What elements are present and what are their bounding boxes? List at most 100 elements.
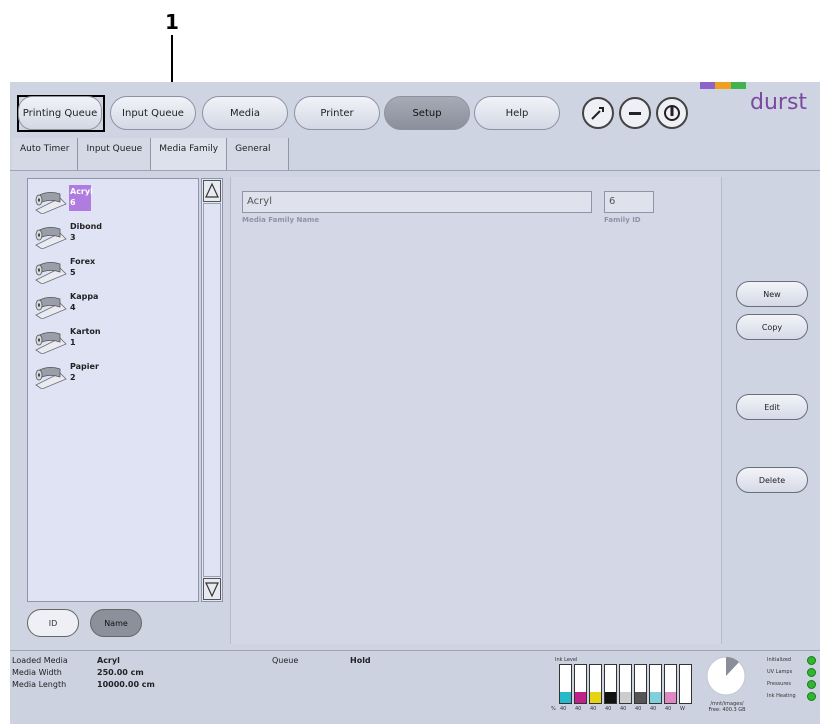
media-roll-icon — [35, 367, 67, 389]
media-family-name: Forex — [70, 257, 96, 266]
media-roll-icon — [35, 227, 67, 249]
ink-level-percent: W — [680, 706, 685, 712]
edit-button[interactable]: Edit — [736, 394, 808, 420]
status-bar: Loaded Media Acryl Media Width 250.00 cm… — [10, 650, 820, 724]
media-family-id: 2 — [70, 373, 76, 382]
printer-button[interactable]: Printer — [294, 96, 380, 130]
media-family-id: 5 — [70, 268, 76, 277]
loaded-media-value: Acryl — [97, 656, 120, 665]
ink-level-fill — [560, 691, 571, 703]
list-item[interactable]: Kappa 4 — [32, 289, 198, 322]
media-family-id: 3 — [70, 233, 76, 242]
minimize-icon[interactable] — [619, 97, 651, 129]
tab-general[interactable]: General — [227, 138, 290, 170]
media-roll-icon — [35, 332, 67, 354]
media-width-value: 250.00 cm — [97, 668, 144, 677]
tab-divider — [10, 170, 820, 171]
indicator-pressures-icon — [807, 680, 816, 689]
media-roll-icon — [35, 192, 67, 214]
ink-level-percent: 40 — [605, 706, 612, 712]
tab-bar: Auto Timer Input Queue Media Family Gene… — [12, 138, 290, 170]
queue-value: Hold — [350, 656, 371, 665]
family-id-label: Family ID — [604, 216, 641, 224]
ink-level-bar — [634, 664, 647, 704]
ink-level-gauge — [559, 664, 699, 704]
sort-by-id-button[interactable]: ID — [27, 609, 79, 637]
disk-free-label: /mnt/images/ Free: 400.3 GB — [704, 701, 750, 713]
list-item[interactable]: Forex 5 — [32, 254, 198, 287]
media-family-name: Karton — [70, 327, 101, 336]
loaded-media-label: Loaded Media — [12, 656, 68, 665]
indicator-initialized-label: Initialized — [767, 657, 792, 663]
media-family-name: Kappa — [70, 292, 99, 301]
scroll-thumb[interactable] — [203, 203, 221, 577]
ink-level-bar — [619, 664, 632, 704]
ink-level-percent: 40 — [620, 706, 627, 712]
printing-queue-button[interactable]: Printing Queue — [18, 96, 102, 130]
list-scrollbar[interactable] — [201, 178, 223, 602]
minus-icon — [629, 112, 641, 115]
app-window: Printing Queue Input Queue Media Printer… — [10, 82, 820, 724]
tab-media-family[interactable]: Media Family — [151, 138, 228, 170]
durst-logo: durst — [750, 90, 808, 115]
ink-level-label: Ink Level — [555, 657, 578, 663]
media-family-name-label: Media Family Name — [242, 216, 320, 224]
power-symbol-icon — [664, 105, 680, 121]
indicator-ink-heating-icon — [807, 692, 816, 701]
logo-bar-green — [730, 82, 746, 89]
queue-label: Queue — [272, 656, 299, 665]
ink-level-bar — [664, 664, 677, 704]
input-queue-button[interactable]: Input Queue — [110, 96, 196, 130]
copy-button[interactable]: Copy — [736, 314, 808, 340]
ink-level-fill — [590, 691, 601, 703]
ink-level-fill — [635, 691, 646, 703]
help-button[interactable]: Help — [474, 96, 560, 130]
scroll-up-arrow-icon[interactable] — [203, 180, 221, 202]
ink-level-bar — [589, 664, 602, 704]
setup-button[interactable]: Setup — [384, 96, 470, 130]
media-family-list: Acryl 6 Dibond 3 Forex 5 Kappa 4 Karton 1 Papier 2 — [27, 178, 199, 602]
list-item[interactable]: Papier 2 — [32, 359, 198, 392]
power-icon[interactable] — [656, 97, 688, 129]
wrench-icon — [591, 107, 604, 120]
indicator-uv-lamps-label: UV Lamps — [767, 669, 793, 675]
new-button[interactable]: New — [736, 281, 808, 307]
delete-button[interactable]: Delete — [736, 467, 808, 493]
indicator-uv-lamps-icon — [807, 668, 816, 677]
logo-bar-orange — [715, 82, 731, 89]
list-item[interactable]: Acryl 6 — [32, 184, 198, 217]
tab-auto-timer[interactable]: Auto Timer — [12, 138, 79, 170]
ink-percent-prefix: % — [551, 706, 556, 712]
logo-bar-purple — [700, 82, 716, 89]
scroll-down-arrow-icon[interactable] — [203, 578, 221, 600]
media-family-id: 1 — [70, 338, 76, 347]
indicator-initialized-icon — [807, 656, 816, 665]
media-family-name: Dibond — [70, 222, 103, 231]
ink-level-percent: 40 — [590, 706, 597, 712]
tools-icon[interactable] — [582, 97, 614, 129]
disk-usage-pie-icon — [706, 656, 746, 696]
ink-level-bar — [679, 664, 692, 704]
media-family-detail-panel: Acryl Media Family Name 6 Family ID — [230, 177, 722, 644]
ink-level-bar — [649, 664, 662, 704]
media-family-name: Acryl — [70, 187, 93, 196]
ink-level-fill — [575, 691, 586, 703]
ink-level-percent: 40 — [650, 706, 657, 712]
ink-level-percent: 40 — [575, 706, 582, 712]
ink-level-bar — [559, 664, 572, 704]
media-family-name: Papier — [70, 362, 99, 371]
media-button[interactable]: Media — [202, 96, 288, 130]
ink-level-percent: 40 — [665, 706, 672, 712]
media-length-label: Media Length — [12, 680, 67, 689]
sort-by-name-button[interactable]: Name — [90, 609, 142, 637]
family-id-field[interactable]: 6 — [604, 191, 654, 213]
ink-level-fill — [665, 691, 676, 703]
media-family-name-field[interactable]: Acryl — [242, 191, 592, 213]
ink-level-percent: 40 — [635, 706, 642, 712]
ink-level-fill — [620, 691, 631, 703]
tab-input-queue[interactable]: Input Queue — [78, 138, 152, 170]
media-width-label: Media Width — [12, 668, 62, 677]
list-item[interactable]: Dibond 3 — [32, 219, 198, 252]
media-length-value: 10000.00 cm — [97, 680, 155, 689]
list-item[interactable]: Karton 1 — [32, 324, 198, 357]
